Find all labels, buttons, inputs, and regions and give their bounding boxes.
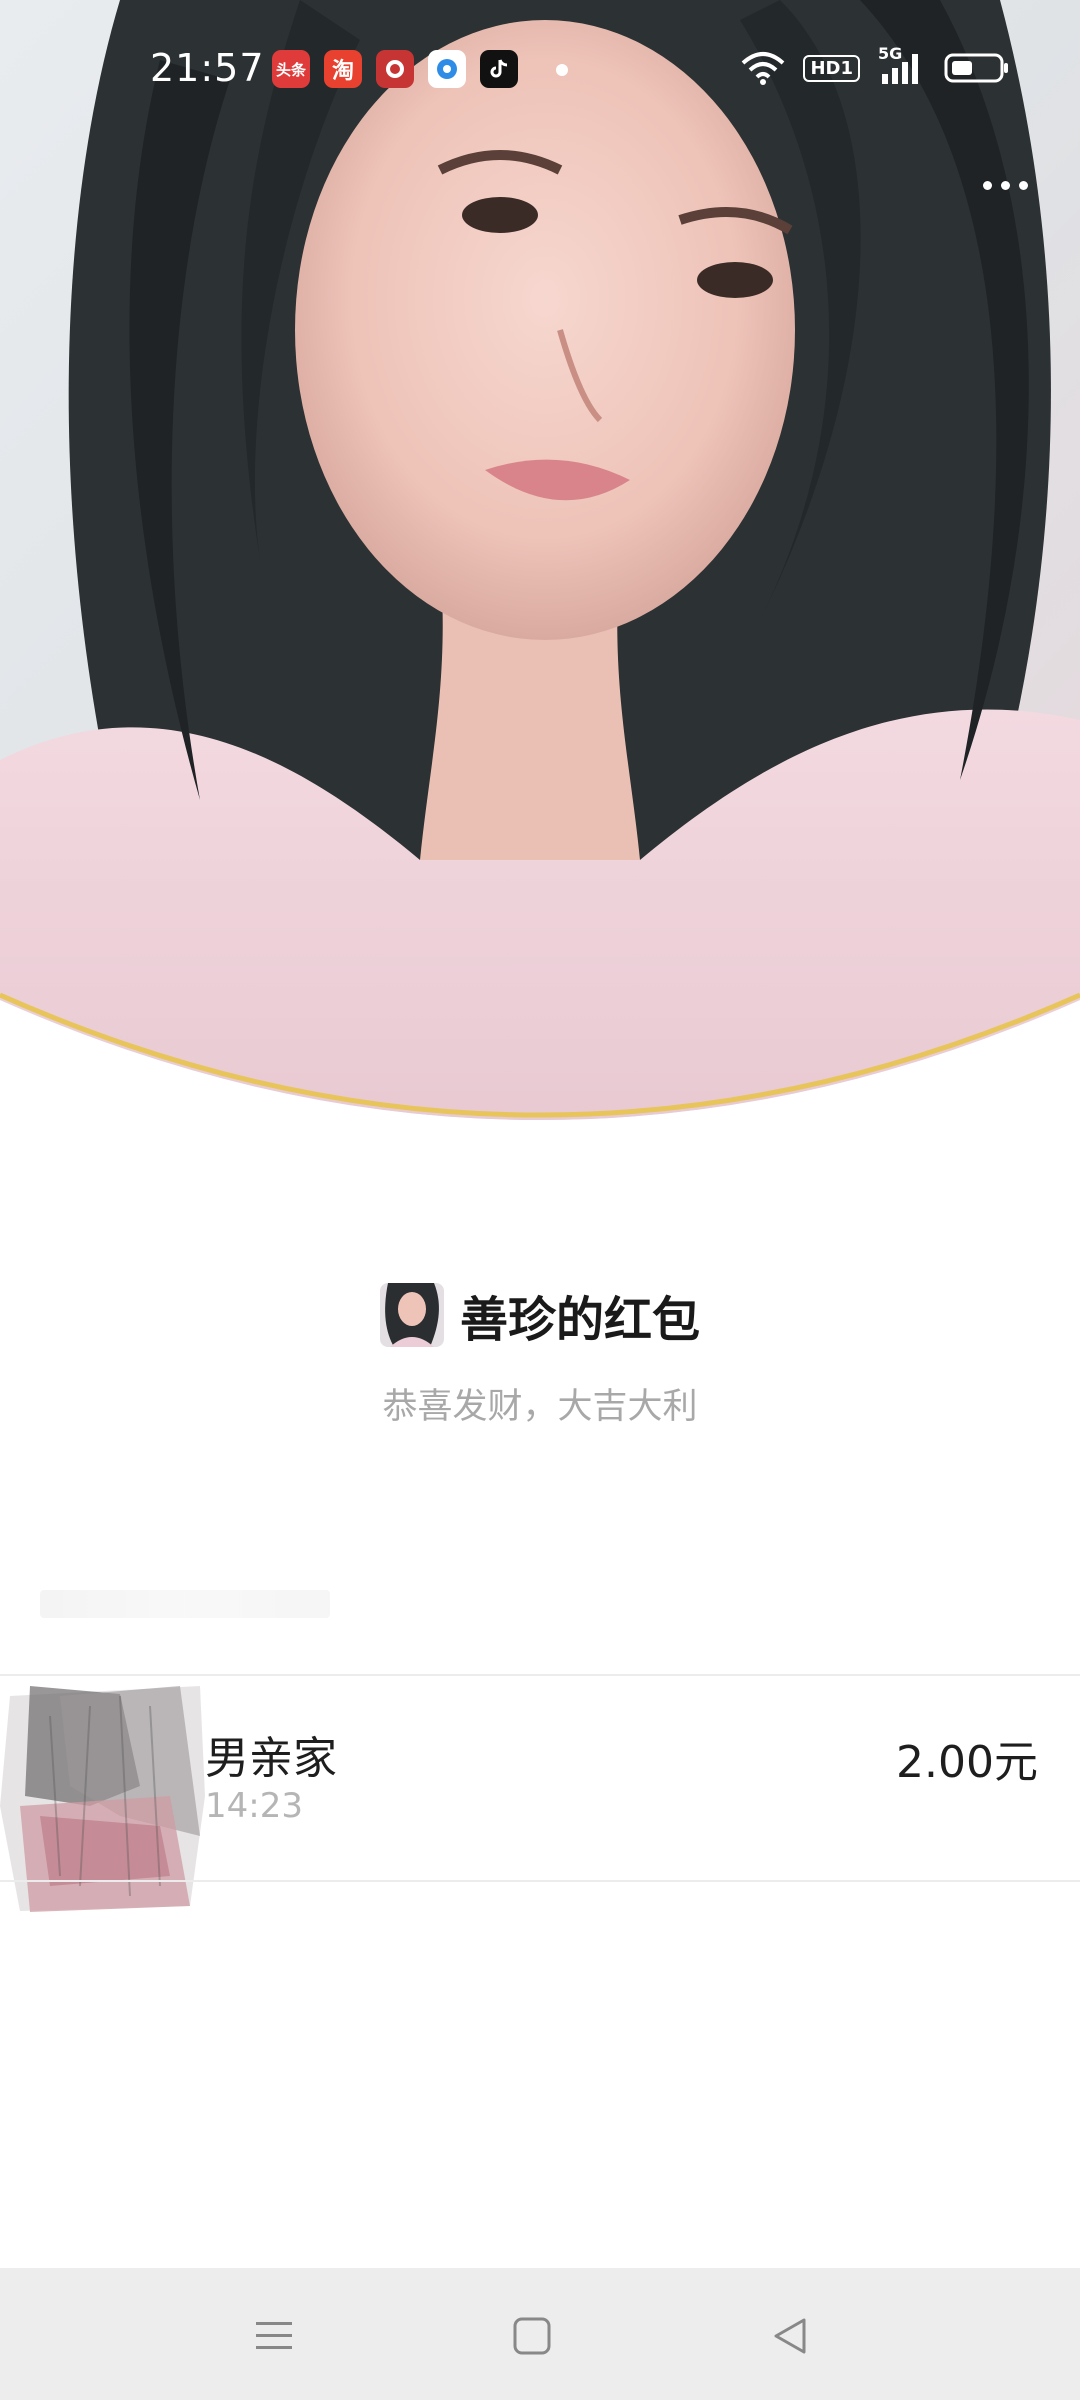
hd-badge: HD1 xyxy=(803,54,860,82)
packet-title: 善珍的红包 xyxy=(459,1292,700,1348)
more-dots-icon xyxy=(982,180,992,190)
receiver-name: 男亲家 xyxy=(205,1733,337,1784)
status-bar: 21:57 头条 淘 HD1 5G xyxy=(0,0,1080,140)
system-icons: HD1 5G xyxy=(741,44,1010,86)
list-item[interactable]: 男亲家 14:23 2.00元 xyxy=(0,1676,1080,1916)
back-button[interactable] xyxy=(762,2308,818,2364)
home-square-icon xyxy=(513,2317,551,2355)
system-nav-bar xyxy=(0,2268,1080,2400)
sender-avatar[interactable] xyxy=(379,1283,444,1347)
news-app-icon xyxy=(428,50,466,88)
tiktok-icon xyxy=(480,50,518,88)
menu-icon xyxy=(256,2322,292,2349)
clock: 21:57 xyxy=(150,46,265,90)
battery-icon xyxy=(944,53,1008,83)
taobao-icon: 淘 xyxy=(324,50,362,88)
home-button[interactable] xyxy=(504,2308,560,2364)
more-notifications-dot xyxy=(556,64,568,76)
back-triangle-icon xyxy=(774,2318,806,2354)
receive-time: 14:23 xyxy=(205,1786,303,1826)
blessing-text: 恭喜发财，大吉大利 xyxy=(382,1387,698,1427)
bank-app-icon xyxy=(376,50,414,88)
packet-title-row: 善珍的红包 xyxy=(0,1280,1080,1350)
header-photo xyxy=(0,0,1080,1135)
divider-bottom xyxy=(0,1880,1080,1882)
notification-icons: 头条 淘 xyxy=(272,50,518,92)
recent-apps-button[interactable] xyxy=(246,2308,302,2364)
wifi-icon xyxy=(742,52,785,85)
redacted-summary xyxy=(40,1590,330,1618)
signal-icon: 5G xyxy=(878,44,926,86)
toutiao-icon: 头条 xyxy=(272,50,310,88)
more-options-button[interactable] xyxy=(970,165,1040,205)
receive-amount: 2.00元 xyxy=(896,1737,1038,1788)
